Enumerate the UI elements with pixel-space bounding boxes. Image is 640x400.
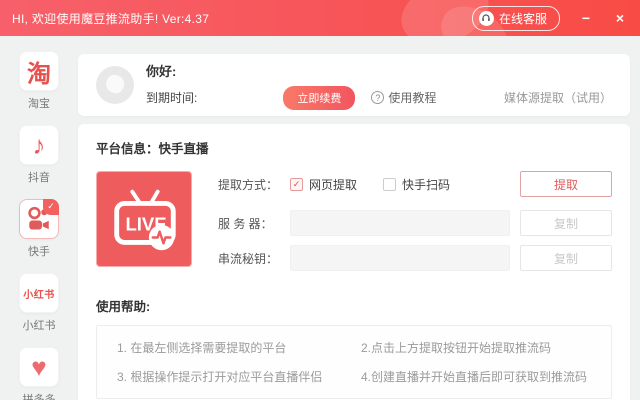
- sidebar-item-douyin[interactable]: ♪ ✓ 抖音: [19, 125, 59, 185]
- platform-sidebar: 淘 ✓ 淘宝 ♪ ✓ 抖音: [0, 36, 78, 400]
- close-button[interactable]: ×: [612, 11, 628, 25]
- server-input[interactable]: [290, 210, 510, 236]
- sidebar-item-label: 抖音: [28, 172, 50, 184]
- sidebar-item-kuaishou[interactable]: ✓ 快手: [19, 199, 59, 259]
- help-box: 1. 在最左侧选择需要提取的平台 2.点击上方提取按钮开始提取推流码 3. 根据…: [96, 325, 612, 399]
- douyin-icon: ♪ ✓: [19, 125, 59, 165]
- checkbox-icon: ✓: [383, 177, 397, 191]
- question-icon: ?: [371, 91, 385, 104]
- online-support-button[interactable]: 在线客服: [471, 5, 560, 31]
- stream-key-label: 串流秘钥：: [218, 251, 279, 266]
- checkbox-web-extract[interactable]: ✓ 网页提取: [290, 176, 357, 193]
- titlebar: HI, 欢迎使用魔豆推流助手! Ver:4.37 在线客服 − ×: [0, 0, 640, 36]
- tutorial-label: 使用教程: [388, 91, 437, 105]
- selected-check-icon: ✓: [43, 199, 59, 215]
- copy-stream-key-button[interactable]: 复制: [520, 245, 612, 271]
- checkbox-label: 快手扫码: [402, 177, 451, 192]
- sidebar-item-label: 快手: [28, 246, 50, 258]
- help-step-3: 3. 根据操作提示打开对应平台直播伴侣: [117, 370, 323, 384]
- help-title: 使用帮助:: [96, 300, 151, 314]
- online-support-label: 在线客服: [498, 11, 547, 26]
- pinduoduo-icon: ♥ ✓: [19, 347, 59, 387]
- copy-server-button[interactable]: 复制: [520, 210, 612, 236]
- greeting-text: 你好:: [146, 63, 177, 79]
- main-content: 你好: 到期时间: 立即续费 ? 使用教程 媒体源提取（试用） 平台信息：快手直…: [78, 36, 640, 400]
- live-tv-icon: LIVE: [96, 171, 192, 267]
- expire-time-label: 到期时间:: [146, 91, 198, 105]
- media-extract-link[interactable]: 媒体源提取（试用）: [504, 89, 612, 106]
- extract-method-label: 提取方式：: [218, 177, 279, 192]
- kuaishou-icon: ✓: [19, 199, 59, 239]
- checkbox-icon: ✓: [290, 177, 303, 191]
- app-window: HI, 欢迎使用魔豆推流助手! Ver:4.37 在线客服 − × 淘 ✓ 淘宝: [0, 0, 640, 400]
- sidebar-item-label: 拼多多: [22, 394, 56, 400]
- minimize-button[interactable]: −: [578, 11, 594, 25]
- user-card: 你好: 到期时间: 立即续费 ? 使用教程 媒体源提取（试用）: [78, 54, 630, 116]
- renew-now-button[interactable]: 立即续费: [283, 85, 356, 110]
- platform-panel: 平台信息：快手直播 LIVE 提取方式： ✓ 网页提取 快手扫码 提取 服 务 …: [78, 124, 630, 400]
- platform-info-title: 平台信息：快手直播: [96, 142, 209, 156]
- sidebar-item-label: 小红书: [22, 320, 56, 332]
- help-step-4: 4.创建直播并开始直播后即可获取到推流码: [361, 370, 588, 384]
- stream-key-input[interactable]: [290, 245, 510, 271]
- help-step-1: 1. 在最左侧选择需要提取的平台: [117, 341, 287, 355]
- checkbox-label: 网页提取: [309, 177, 358, 192]
- tutorial-link[interactable]: ? 使用教程: [371, 89, 436, 106]
- checkbox-kuaishou-scan[interactable]: ✓ 快手扫码: [383, 176, 450, 193]
- headset-icon: [478, 10, 494, 26]
- server-label: 服 务 器：: [218, 216, 273, 231]
- sidebar-item-taobao[interactable]: 淘 ✓ 淘宝: [19, 51, 59, 111]
- extract-button[interactable]: 提取: [520, 171, 612, 197]
- taobao-icon: 淘 ✓: [19, 51, 59, 91]
- sidebar-item-label: 淘宝: [28, 98, 50, 110]
- window-title: HI, 欢迎使用魔豆推流助手! Ver:4.37: [12, 11, 210, 26]
- help-step-2: 2.点击上方提取按钮开始提取推流码: [361, 341, 552, 355]
- sidebar-item-pinduoduo[interactable]: ♥ ✓ 拼多多: [19, 347, 59, 400]
- sidebar-item-xiaohongshu[interactable]: 小红书 ✓ 小红书: [19, 273, 59, 333]
- xiaohongshu-icon: 小红书 ✓: [19, 273, 59, 313]
- avatar: [96, 66, 134, 104]
